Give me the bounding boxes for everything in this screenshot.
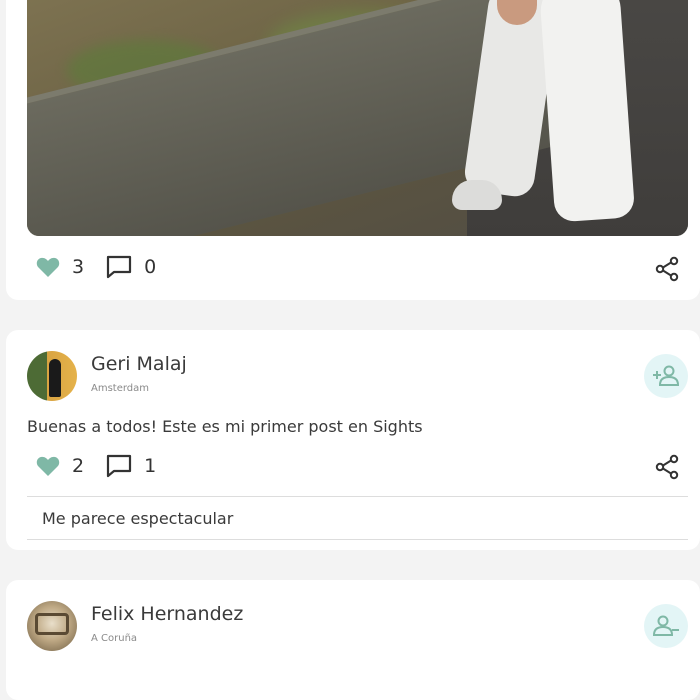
- post-actions: 3 0: [36, 252, 178, 282]
- post-card: 3 0: [6, 0, 700, 300]
- comment-count: 0: [144, 256, 157, 278]
- author-location: Amsterdam: [91, 383, 150, 394]
- like-count: 2: [72, 455, 85, 477]
- heart-icon: [36, 257, 60, 277]
- post-image[interactable]: [27, 0, 688, 236]
- comment-button[interactable]: 1: [106, 454, 156, 478]
- follow-button[interactable]: [644, 354, 688, 398]
- remove-user-icon: [652, 615, 679, 636]
- avatar[interactable]: [27, 601, 77, 651]
- avatar[interactable]: [27, 351, 77, 401]
- like-button[interactable]: 2: [36, 455, 84, 477]
- comment-icon: [106, 255, 132, 279]
- heart-icon: [36, 456, 60, 476]
- comment-button[interactable]: 0: [106, 255, 156, 279]
- author-location: A Coruña: [91, 633, 138, 644]
- like-button[interactable]: 3: [36, 256, 84, 278]
- comment-text: Me parece espectacular: [42, 508, 234, 528]
- add-user-icon: [653, 365, 680, 386]
- comment-item[interactable]: Me parece espectacular: [27, 496, 688, 540]
- author-name[interactable]: Geri Malaj: [91, 353, 187, 375]
- share-icon[interactable]: [654, 256, 680, 282]
- post-card: Geri Malaj Amsterdam Buenas a todos! Est…: [6, 330, 700, 550]
- author-name[interactable]: Felix Hernandez: [91, 603, 243, 625]
- comment-icon: [106, 454, 132, 478]
- post-actions: 2 1: [36, 451, 178, 481]
- post-text: Buenas a todos! Este es mi primer post e…: [27, 417, 423, 436]
- post-card: Felix Hernandez A Coruña: [6, 580, 700, 700]
- share-icon[interactable]: [654, 454, 680, 480]
- like-count: 3: [72, 256, 85, 278]
- comment-count: 1: [144, 455, 157, 477]
- unfollow-button[interactable]: [644, 604, 688, 648]
